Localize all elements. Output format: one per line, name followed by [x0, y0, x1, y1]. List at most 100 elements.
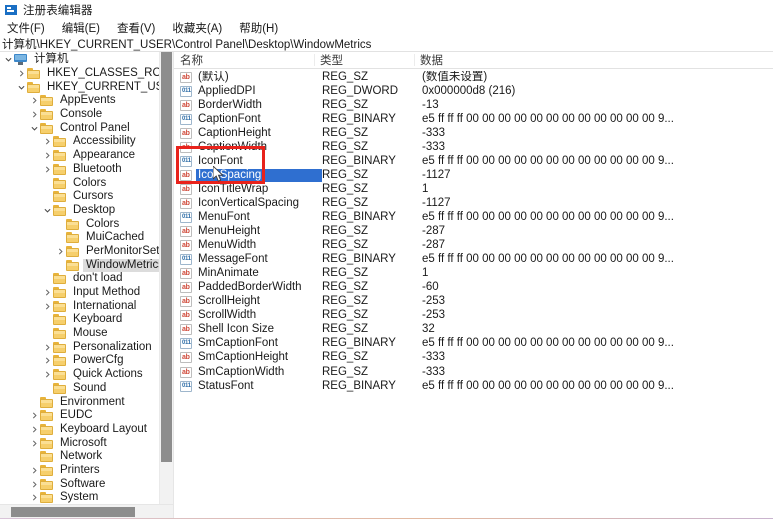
table-row[interactable]: ab MenuHeight REG_SZ -287 — [174, 225, 773, 239]
tree-item-colors[interactable]: Colors — [0, 176, 160, 190]
tree-item-console[interactable]: Console — [0, 108, 160, 122]
tree-item-appearance[interactable]: Appearance — [0, 149, 160, 163]
chevron-right-icon[interactable] — [41, 303, 53, 310]
chevron-down-icon[interactable] — [28, 125, 40, 132]
tree-item-software[interactable]: Software — [0, 477, 160, 491]
table-row[interactable]: ab ScrollWidth REG_SZ -253 — [174, 309, 773, 323]
table-row[interactable]: ab CaptionWidth REG_SZ -333 — [174, 140, 773, 154]
chevron-right-icon[interactable] — [28, 426, 40, 433]
chevron-right-icon[interactable] — [41, 344, 53, 351]
table-row[interactable]: ab Shell Icon Size REG_SZ 32 — [174, 323, 773, 337]
table-row[interactable]: ab SmCaptionHeight REG_SZ -333 — [174, 351, 773, 365]
tree-item-desktop[interactable]: Desktop — [0, 204, 160, 218]
chevron-right-icon[interactable] — [28, 440, 40, 447]
chevron-right-icon[interactable] — [41, 152, 53, 159]
tree-item-eudc[interactable]: EUDC — [0, 409, 160, 423]
tree-item-don-t-load[interactable]: don't load — [0, 272, 160, 286]
table-row[interactable]: ab IconVerticalSpacing REG_SZ -1127 — [174, 196, 773, 210]
tree-item-quick-actions[interactable]: Quick Actions — [0, 368, 160, 382]
tree-item-printers[interactable]: Printers — [0, 464, 160, 478]
chevron-down-icon[interactable] — [15, 84, 27, 91]
tree-item-powercfg[interactable]: PowerCfg — [0, 354, 160, 368]
chevron-right-icon[interactable] — [41, 138, 53, 145]
tree-item-accessibility[interactable]: Accessibility — [0, 135, 160, 149]
tree-horizontal-scrollbar-thumb[interactable] — [11, 507, 135, 517]
tree-item-cursors[interactable]: Cursors — [0, 190, 160, 204]
chevron-right-icon[interactable] — [41, 371, 53, 378]
table-row[interactable]: 011 IconFont REG_BINARY e5 ff ff ff 00 00 0… — [174, 154, 773, 168]
chevron-right-icon[interactable] — [41, 289, 53, 296]
menu-help[interactable]: 帮助(H) — [239, 20, 287, 36]
chevron-right-icon[interactable] — [28, 494, 40, 501]
tree-item-label: Control Panel — [60, 121, 130, 134]
tree-item-label: Accessibility — [73, 135, 136, 148]
table-row[interactable]: 011 CaptionFont REG_BINARY e5 ff ff ff 00 0… — [174, 112, 773, 126]
chevron-right-icon[interactable] — [41, 166, 53, 173]
chevron-right-icon[interactable] — [15, 70, 27, 77]
menu-view[interactable]: 查看(V) — [117, 20, 164, 36]
menu-favorites[interactable]: 收藏夹(A) — [172, 20, 231, 36]
chevron-down-icon[interactable] — [41, 207, 53, 214]
table-row[interactable]: ab MinAnimate REG_SZ 1 — [174, 267, 773, 281]
tree-item-environment[interactable]: Environment — [0, 395, 160, 409]
table-row[interactable]: 011 MessageFont REG_BINARY e5 ff ff ff 00 0… — [174, 253, 773, 267]
tree-item-keyboard[interactable]: Keyboard — [0, 313, 160, 327]
value-type-cell: REG_BINARY — [322, 379, 396, 392]
tree-horizontal-scrollbar[interactable] — [0, 504, 173, 519]
chevron-right-icon[interactable] — [41, 357, 53, 364]
table-row[interactable]: ab IconSpacing REG_SZ -1127 — [174, 168, 773, 182]
column-divider-2[interactable] — [414, 54, 415, 66]
table-row[interactable]: ab MenuWidth REG_SZ -287 — [174, 239, 773, 253]
column-header-type[interactable]: 类型 — [314, 52, 414, 68]
string-value-icon: ab — [180, 226, 192, 238]
tree-item-keyboard-layout[interactable]: Keyboard Layout — [0, 423, 160, 437]
tree-item-hkey-classes-root[interactable]: HKEY_CLASSES_ROOT — [0, 67, 173, 81]
tree-vertical-scrollbar[interactable] — [159, 52, 173, 504]
folder-icon — [40, 451, 53, 463]
tree-item-windowmetrics[interactable]: WindowMetrics — [0, 258, 167, 272]
tree-item-network[interactable]: Network — [0, 450, 160, 464]
tree-item-international[interactable]: International — [0, 299, 160, 313]
column-divider-1[interactable] — [314, 54, 315, 66]
tree-item-permonitorsettin[interactable]: PerMonitorSettin — [0, 245, 172, 259]
table-row[interactable]: ab SmCaptionWidth REG_SZ -333 — [174, 365, 773, 379]
menu-file[interactable]: 文件(F) — [7, 20, 54, 36]
tree-item-input-method[interactable]: Input Method — [0, 286, 160, 300]
address-bar[interactable]: 计算机\HKEY_CURRENT_USER\Control Panel\Desk… — [0, 36, 773, 52]
tree-item-appevents[interactable]: AppEvents — [0, 94, 160, 108]
tree-vertical-scrollbar-thumb[interactable] — [161, 52, 172, 462]
tree-item-mouse[interactable]: Mouse — [0, 327, 160, 341]
tree-item-colors[interactable]: Colors — [0, 217, 160, 231]
tree-item-hkey-current-user[interactable]: HKEY_CURRENT_USER — [0, 80, 173, 94]
chevron-right-icon[interactable] — [28, 412, 40, 419]
binary-value-icon: 011 — [180, 380, 192, 392]
table-row[interactable]: ab PaddedBorderWidth REG_SZ -60 — [174, 281, 773, 295]
table-row[interactable]: ab BorderWidth REG_SZ -13 — [174, 98, 773, 112]
chevron-right-icon[interactable] — [28, 467, 40, 474]
column-header-data[interactable]: 数据 — [414, 52, 773, 68]
column-header-name[interactable]: 名称 — [174, 52, 314, 68]
tree-item-bluetooth[interactable]: Bluetooth — [0, 163, 160, 177]
tree-item-system[interactable]: System — [0, 491, 160, 504]
tree-item-control-panel[interactable]: Control Panel — [0, 121, 160, 135]
tree-item-[interactable]: 计算机 — [0, 53, 160, 67]
chevron-right-icon[interactable] — [54, 248, 66, 255]
tree-item-microsoft[interactable]: Microsoft — [0, 436, 160, 450]
tree-item-sound[interactable]: Sound — [0, 382, 160, 396]
menu-edit[interactable]: 编辑(E) — [62, 20, 109, 36]
table-row[interactable]: ab (默认) REG_SZ (数值未设置) — [174, 70, 773, 84]
tree-item-personalization[interactable]: Personalization — [0, 340, 160, 354]
chevron-right-icon[interactable] — [28, 97, 40, 104]
chevron-right-icon[interactable] — [28, 111, 40, 118]
table-row[interactable]: 011 AppliedDPI REG_DWORD 0x000000d8 (216) — [174, 84, 773, 98]
chevron-down-icon[interactable] — [2, 56, 14, 63]
table-row[interactable]: 011 SmCaptionFont REG_BINARY e5 ff ff ff 00… — [174, 337, 773, 351]
value-type-cell: REG_SZ — [322, 168, 369, 181]
tree-item-muicached[interactable]: MuiCached — [0, 231, 160, 245]
table-row[interactable]: 011 StatusFont REG_BINARY e5 ff ff ff 00 00… — [174, 379, 773, 393]
table-row[interactable]: 011 MenuFont REG_BINARY e5 ff ff ff 00 00 0… — [174, 210, 773, 224]
table-row[interactable]: ab IconTitleWrap REG_SZ 1 — [174, 182, 773, 196]
chevron-right-icon[interactable] — [28, 481, 40, 488]
table-row[interactable]: ab ScrollHeight REG_SZ -253 — [174, 295, 773, 309]
table-row[interactable]: ab CaptionHeight REG_SZ -333 — [174, 126, 773, 140]
